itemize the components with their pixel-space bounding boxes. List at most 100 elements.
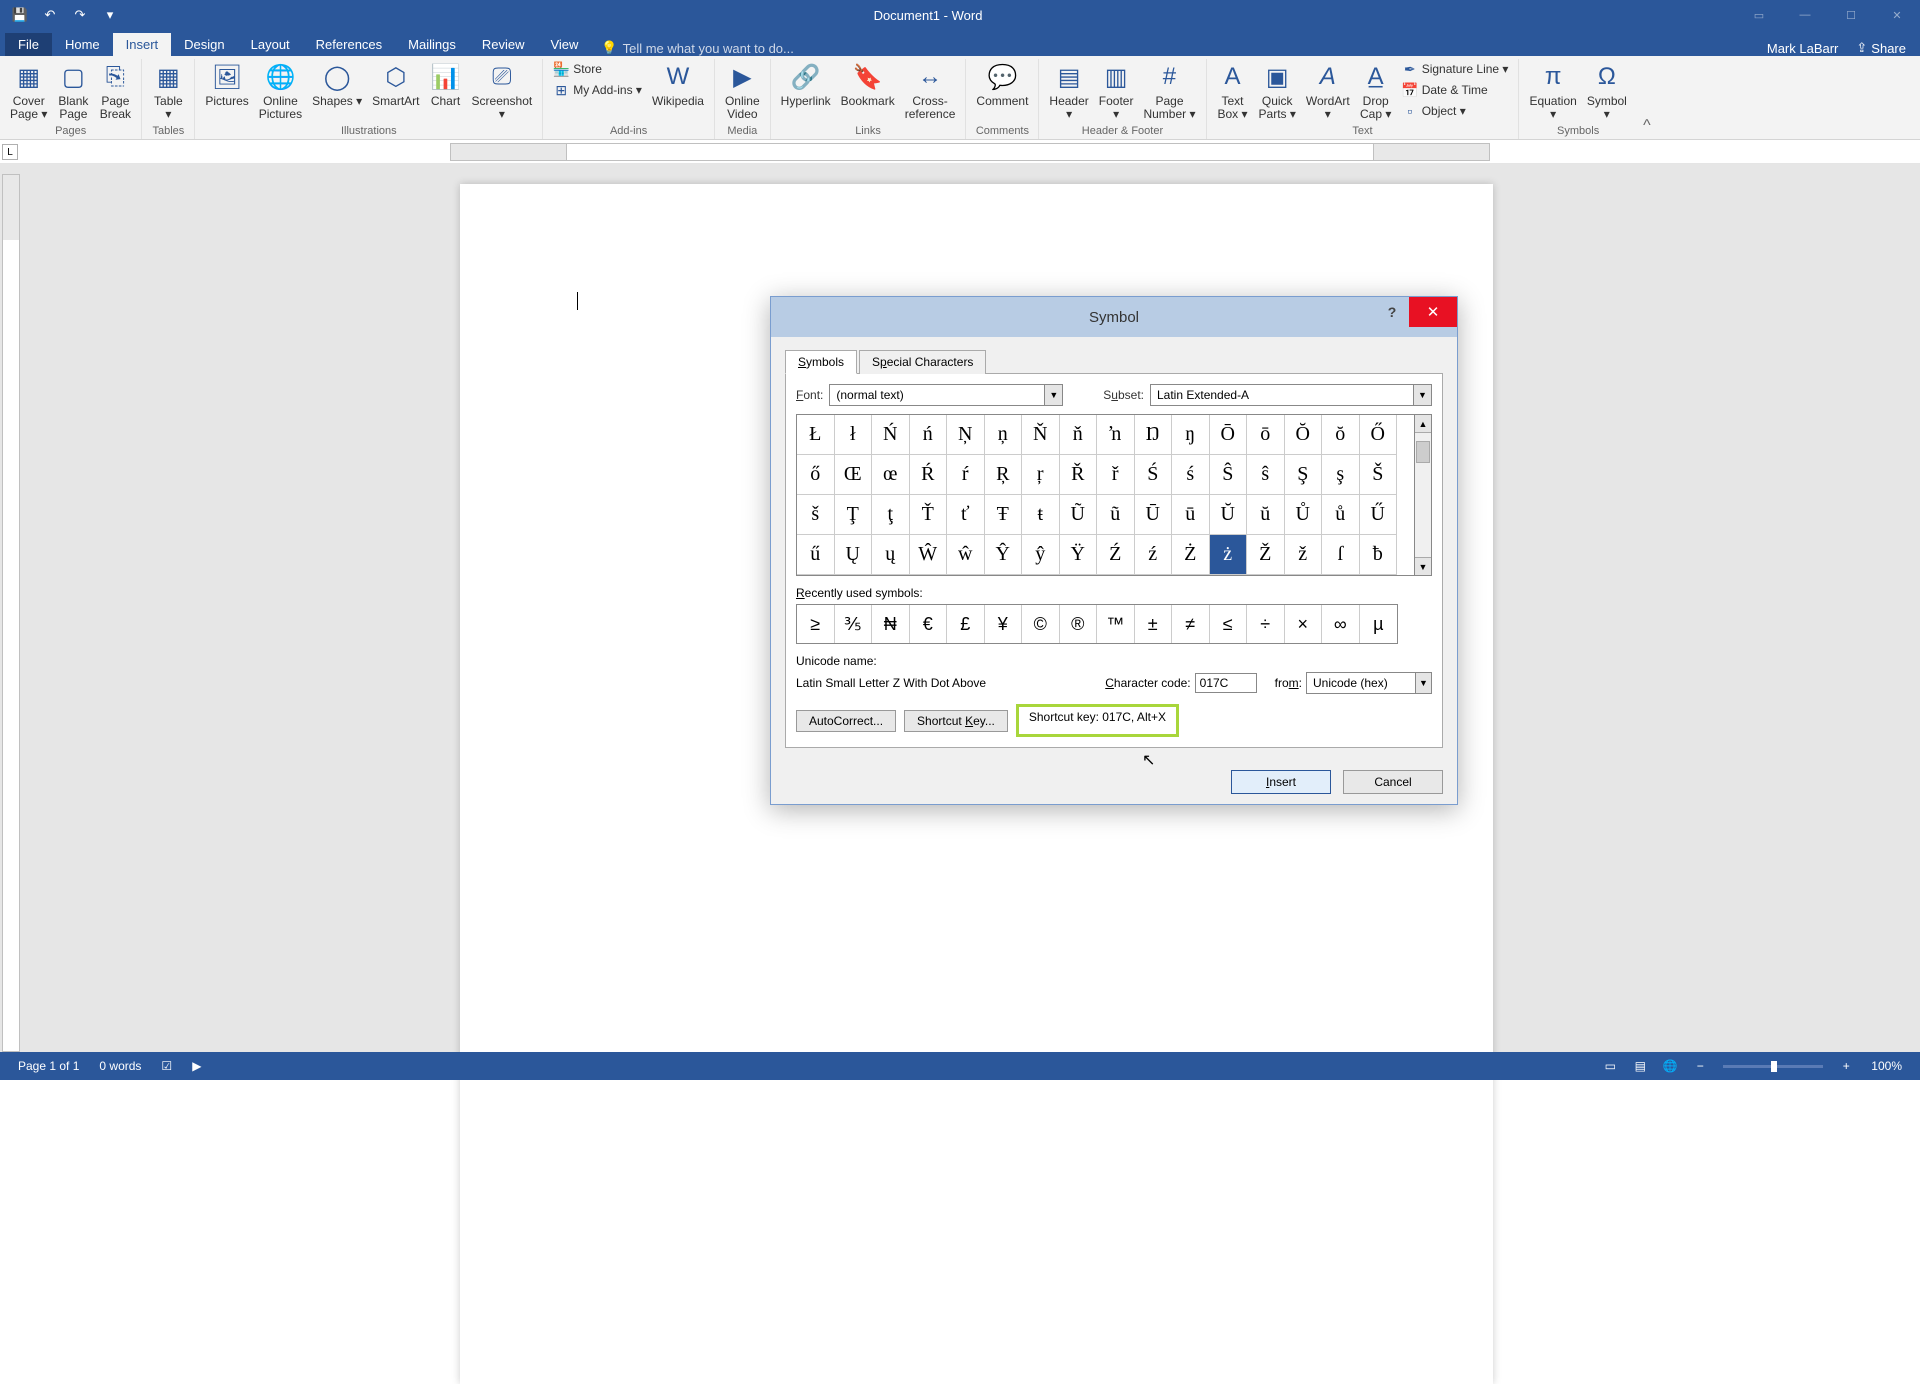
recent-symbol-cell[interactable]: ₦	[872, 605, 910, 643]
symbol-cell[interactable]: ŧ	[1022, 495, 1060, 535]
shortcut-key-button[interactable]: Shortcut Key...	[904, 710, 1008, 732]
zoom-in-button[interactable]: +	[1831, 1054, 1861, 1078]
symbol-cell[interactable]: Ş	[1285, 455, 1323, 495]
symbol-cell[interactable]: ŝ	[1247, 455, 1285, 495]
symbol-cell[interactable]: ž	[1285, 535, 1323, 575]
status-spell-check[interactable]: ☑	[151, 1059, 182, 1073]
recent-symbol-cell[interactable]: €	[910, 605, 948, 643]
symbol-cell[interactable]: ł	[835, 415, 873, 455]
tab-selector[interactable]: L	[2, 144, 18, 160]
symbol-cell[interactable]: Ŝ	[1210, 455, 1248, 495]
recent-symbol-cell[interactable]: ×	[1285, 605, 1323, 643]
ribbon-display-button[interactable]: ▭	[1736, 0, 1782, 30]
blank-page-button[interactable]: ▢Blank Page	[53, 59, 93, 123]
symbol-cell[interactable]: Ź	[1097, 535, 1135, 575]
symbol-grid-scrollbar[interactable]: ▲ ▼	[1414, 414, 1432, 576]
symbol-cell[interactable]: ń	[910, 415, 948, 455]
recent-symbol-cell[interactable]: £	[947, 605, 985, 643]
recent-symbol-cell[interactable]: ⅗	[835, 605, 873, 643]
signature-line-button[interactable]: ✒Signature Line ▾	[1398, 59, 1513, 79]
tab-layout[interactable]: Layout	[238, 33, 303, 56]
symbol-cell[interactable]: ŕ	[947, 455, 985, 495]
from-input[interactable]	[1307, 673, 1415, 693]
chart-button[interactable]: 📊Chart	[426, 59, 466, 110]
subset-combo[interactable]: ▼	[1150, 384, 1432, 406]
symbol-cell[interactable]: ų	[872, 535, 910, 575]
zoom-out-button[interactable]: −	[1685, 1054, 1715, 1078]
subset-dropdown-button[interactable]: ▼	[1413, 385, 1431, 405]
ruler-vertical[interactable]	[2, 174, 20, 1052]
hyperlink-button[interactable]: 🔗Hyperlink	[777, 59, 835, 110]
header-button[interactable]: ▤Header ▾	[1045, 59, 1092, 123]
maximize-button[interactable]: ☐	[1828, 0, 1874, 30]
view-web-layout-button[interactable]: 🌐	[1655, 1054, 1685, 1078]
date-time-button[interactable]: 📅Date & Time	[1398, 80, 1513, 100]
shapes-button[interactable]: ◯Shapes ▾	[308, 59, 366, 110]
symbol-cell[interactable]: Ŧ	[985, 495, 1023, 535]
tab-mailings[interactable]: Mailings	[395, 33, 469, 56]
symbol-cell[interactable]: Ū	[1135, 495, 1173, 535]
symbol-cell[interactable]: Ũ	[1060, 495, 1098, 535]
my-addins-button[interactable]: ⊞My Add-ins ▾	[549, 80, 646, 100]
symbol-cell[interactable]: ņ	[985, 415, 1023, 455]
quick-parts-button[interactable]: ▣Quick Parts ▾	[1255, 59, 1300, 123]
recent-symbol-cell[interactable]: ±	[1135, 605, 1173, 643]
symbol-cell[interactable]: ţ	[872, 495, 910, 535]
symbol-cell[interactable]: ŋ	[1172, 415, 1210, 455]
symbol-cell[interactable]: ŵ	[947, 535, 985, 575]
symbol-cell[interactable]: Ż	[1172, 535, 1210, 575]
symbol-cell[interactable]: Ÿ	[1060, 535, 1098, 575]
collapse-ribbon-button[interactable]: ^	[1637, 59, 1657, 139]
symbol-cell[interactable]: Ń	[872, 415, 910, 455]
font-input[interactable]	[830, 385, 1044, 405]
symbol-cell[interactable]: ş	[1322, 455, 1360, 495]
tab-references[interactable]: References	[303, 33, 395, 56]
tab-special-characters[interactable]: Special Characters	[859, 350, 986, 374]
symbol-cell[interactable]: ſ	[1322, 535, 1360, 575]
symbol-cell[interactable]: ŏ	[1322, 415, 1360, 455]
symbol-cell[interactable]: ŭ	[1247, 495, 1285, 535]
symbol-cell[interactable]: Ł	[797, 415, 835, 455]
symbol-cell[interactable]: ť	[947, 495, 985, 535]
symbol-cell[interactable]: Ų	[835, 535, 873, 575]
character-code-input[interactable]	[1195, 673, 1257, 693]
tab-view[interactable]: View	[537, 33, 591, 56]
symbol-cell[interactable]: Ň	[1022, 415, 1060, 455]
equation-button[interactable]: πEquation ▾	[1525, 59, 1580, 123]
recent-symbol-cell[interactable]: ®	[1060, 605, 1098, 643]
symbol-button[interactable]: ΩSymbol ▾	[1583, 59, 1631, 123]
recent-symbol-cell[interactable]: ∞	[1322, 605, 1360, 643]
zoom-slider[interactable]	[1723, 1065, 1823, 1068]
symbol-cell[interactable]: ũ	[1097, 495, 1135, 535]
cancel-button[interactable]: Cancel	[1343, 770, 1443, 794]
symbol-cell[interactable]: ŉ	[1097, 415, 1135, 455]
screenshot-button[interactable]: ⎚Screenshot ▾	[468, 59, 537, 123]
status-page[interactable]: Page 1 of 1	[8, 1059, 89, 1073]
recent-symbol-cell[interactable]: ©	[1022, 605, 1060, 643]
pictures-button[interactable]: 🖼Pictures	[201, 59, 252, 110]
zoom-level[interactable]: 100%	[1861, 1059, 1912, 1073]
symbol-cell[interactable]: ż	[1210, 535, 1248, 575]
user-name[interactable]: Mark LaBarr	[1767, 41, 1839, 56]
view-print-layout-button[interactable]: ▤	[1625, 1054, 1655, 1078]
insert-button[interactable]: Insert	[1231, 770, 1331, 794]
online-video-button[interactable]: ▶Online Video	[721, 59, 764, 123]
scroll-thumb[interactable]	[1416, 441, 1430, 463]
symbol-cell[interactable]: Ņ	[947, 415, 985, 455]
symbol-grid[interactable]: ŁłŃńŅņŇňŉŊŋŌōŎŏŐőŒœŔŕŖŗŘřŚśŜŝŞşŠšŢţŤťŦŧŨ…	[796, 414, 1414, 576]
symbol-cell[interactable]: Ŭ	[1210, 495, 1248, 535]
symbol-cell[interactable]: Ř	[1060, 455, 1098, 495]
scroll-down-button[interactable]: ▼	[1415, 557, 1431, 575]
symbol-cell[interactable]: Ŗ	[985, 455, 1023, 495]
symbol-cell[interactable]: Ţ	[835, 495, 873, 535]
smartart-button[interactable]: ⬡SmartArt	[368, 59, 423, 110]
text-box-button[interactable]: AText Box ▾	[1213, 59, 1253, 123]
tab-insert[interactable]: Insert	[113, 33, 172, 56]
symbol-cell[interactable]: ź	[1135, 535, 1173, 575]
recent-symbol-cell[interactable]: ÷	[1247, 605, 1285, 643]
status-macro[interactable]: ▶	[182, 1059, 211, 1073]
symbol-cell[interactable]: Ŏ	[1285, 415, 1323, 455]
from-combo[interactable]: ▼	[1306, 672, 1432, 694]
tab-symbols[interactable]: Symbols	[785, 350, 857, 374]
tell-me-search[interactable]: 💡 Tell me what you want to do...	[591, 40, 1766, 56]
